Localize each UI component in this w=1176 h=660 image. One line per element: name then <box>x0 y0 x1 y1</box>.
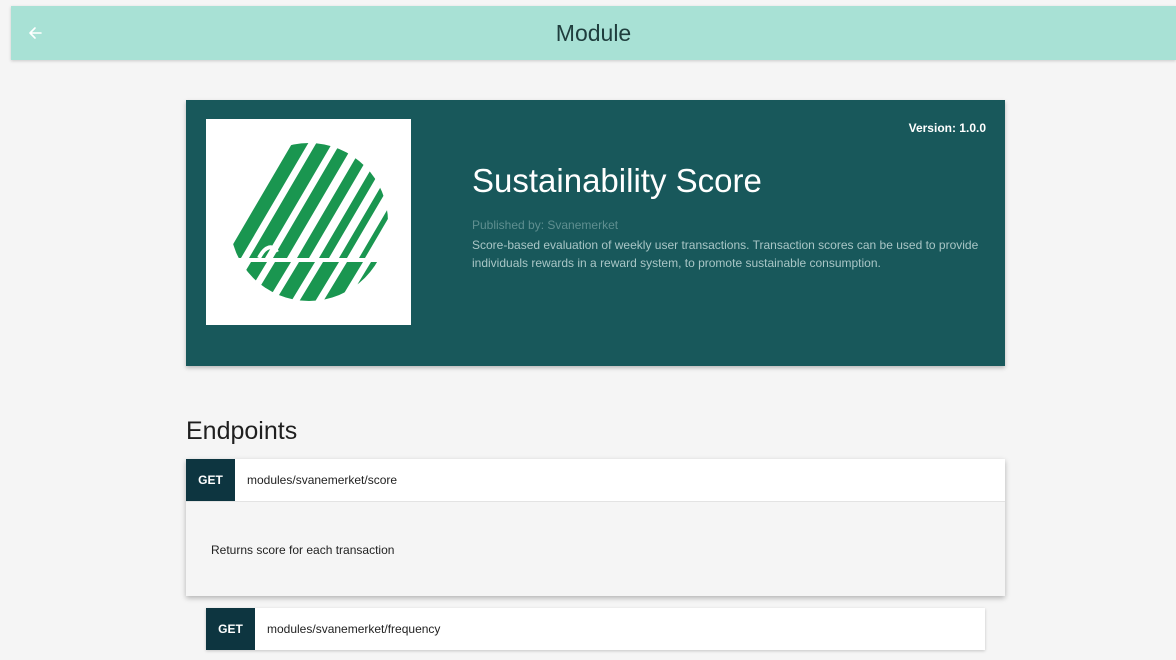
module-description: Score-based evaluation of weekly user tr… <box>472 238 979 270</box>
module-logo <box>206 119 411 325</box>
endpoints-heading: Endpoints <box>186 417 298 445</box>
endpoint-score: GET modules/svanemerket/score Returns sc… <box>186 459 1005 596</box>
module-page: Module Version: 1.0.0 Sustainability Sco… <box>0 0 1176 660</box>
method-badge: GET <box>206 608 255 650</box>
swan-ecolabel-logo <box>229 143 388 301</box>
module-info-card: Version: 1.0.0 Sustainability Score Publ… <box>186 100 1005 366</box>
module-publisher: Published by: Svanemerket <box>472 218 619 232</box>
method-badge: GET <box>186 459 235 501</box>
module-name: Sustainability Score <box>472 162 762 199</box>
endpoint-description: Returns score for each transaction <box>211 543 395 557</box>
endpoint-frequency: GET modules/svanemerket/frequency <box>206 608 985 650</box>
endpoint-header[interactable]: GET modules/svanemerket/score <box>186 459 1005 501</box>
module-version: Version: 1.0.0 <box>908 121 986 135</box>
endpoint-path: modules/svanemerket/score <box>247 473 398 487</box>
endpoint-details: Returns score for each transaction <box>186 501 1005 596</box>
page-title: Module <box>555 20 632 46</box>
endpoint-path: modules/svanemerket/frequency <box>267 622 441 636</box>
endpoint-header[interactable]: GET modules/svanemerket/frequency <box>206 608 985 650</box>
app-bar: Module <box>11 6 1176 60</box>
